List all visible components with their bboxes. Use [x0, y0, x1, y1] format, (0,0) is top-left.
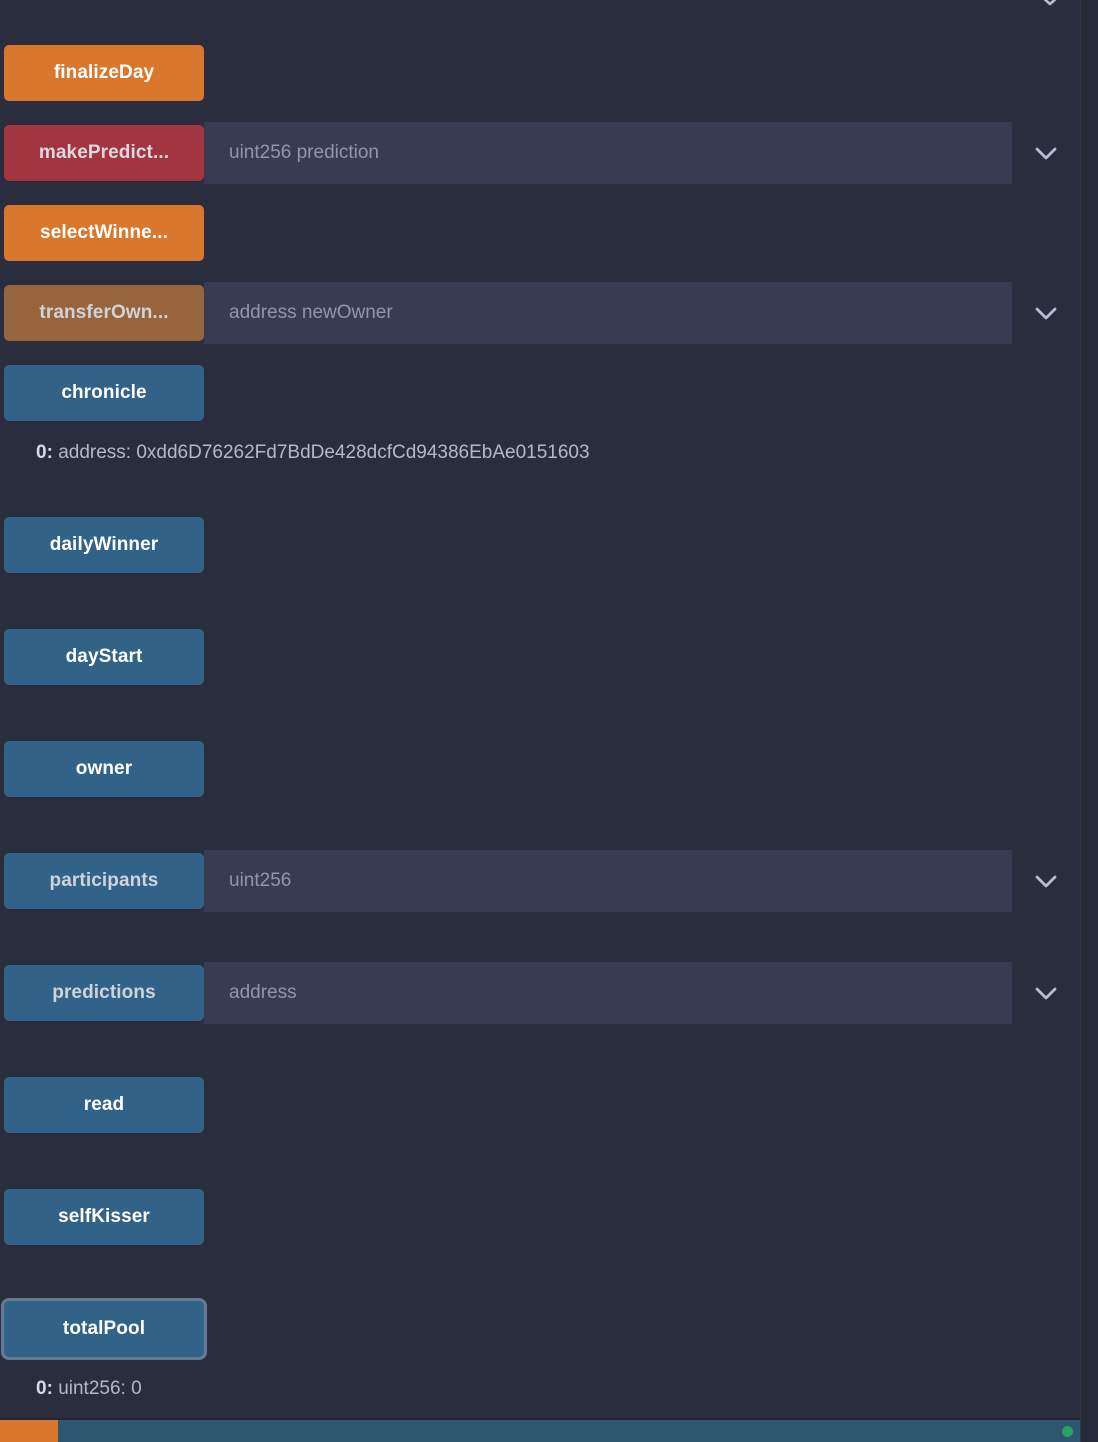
function-result: 0: uint256: 0 — [36, 1378, 142, 1400]
function-input-wrapper — [204, 122, 1012, 184]
deployed-contract-panel: finalizeDay makePredict... selectWinne... t… — [0, 0, 1098, 1442]
function-result-value: uint256: 0 — [58, 1378, 142, 1399]
function-row: selfKisser — [0, 1186, 1080, 1248]
function-button-dailywinner[interactable]: dailyWinner — [4, 517, 204, 573]
function-button-makepredict-[interactable]: makePredict... — [4, 125, 204, 181]
function-result-index: 0: — [36, 442, 53, 463]
function-row: chronicle — [0, 362, 1080, 424]
function-button-owner[interactable]: owner — [4, 741, 204, 797]
function-row: makePredict... — [0, 122, 1080, 184]
function-row: totalPool — [0, 1298, 1080, 1360]
connection-status-icon — [1062, 1425, 1073, 1437]
function-input-predictions[interactable] — [204, 962, 1012, 1024]
function-input-wrapper — [204, 282, 1012, 344]
chevron-down-icon[interactable] — [1012, 962, 1080, 1024]
function-input-wrapper — [204, 962, 1012, 1024]
function-input-wrapper — [204, 850, 1012, 912]
function-button-selfkisser[interactable]: selfKisser — [4, 1189, 204, 1245]
function-row: selectWinne... — [0, 202, 1080, 264]
status-bar-accent[interactable] — [0, 1420, 58, 1442]
function-button-transferown-[interactable]: transferOwn... — [4, 285, 204, 341]
panel-right-gutter — [1080, 0, 1098, 1442]
function-row: dayStart — [0, 626, 1080, 688]
chevron-down-icon[interactable] — [1036, 0, 1064, 9]
chevron-down-icon[interactable] — [1012, 850, 1080, 912]
function-row: predictions — [0, 962, 1080, 1024]
chevron-down-icon[interactable] — [1012, 122, 1080, 184]
status-bar — [0, 1420, 1098, 1442]
function-button-daystart[interactable]: dayStart — [4, 629, 204, 685]
function-input-transferown-[interactable] — [204, 282, 1012, 344]
function-row: dailyWinner — [0, 514, 1080, 576]
function-button-finalizeday[interactable]: finalizeDay — [4, 45, 204, 101]
function-button-read[interactable]: read — [4, 1077, 204, 1133]
function-result-index: 0: — [36, 1378, 53, 1399]
function-row: participants — [0, 850, 1080, 912]
function-button-chronicle[interactable]: chronicle — [4, 365, 204, 421]
function-button-totalpool[interactable]: totalPool — [4, 1301, 204, 1357]
function-row: transferOwn... — [0, 282, 1080, 344]
function-button-predictions[interactable]: predictions — [4, 965, 204, 1021]
function-input-makepredict-[interactable] — [204, 122, 1012, 184]
function-button-participants[interactable]: participants — [4, 853, 204, 909]
function-row: finalizeDay — [0, 42, 1080, 104]
function-result-value: address: 0xdd6D76262Fd7BdDe428dcfCd94386… — [58, 442, 590, 463]
function-row: read — [0, 1074, 1080, 1136]
function-result: 0: address: 0xdd6D76262Fd7BdDe428dcfCd94… — [36, 442, 590, 464]
function-input-participants[interactable] — [204, 850, 1012, 912]
chevron-down-icon[interactable] — [1012, 282, 1080, 344]
function-button-selectwinne-[interactable]: selectWinne... — [4, 205, 204, 261]
function-row: owner — [0, 738, 1080, 800]
